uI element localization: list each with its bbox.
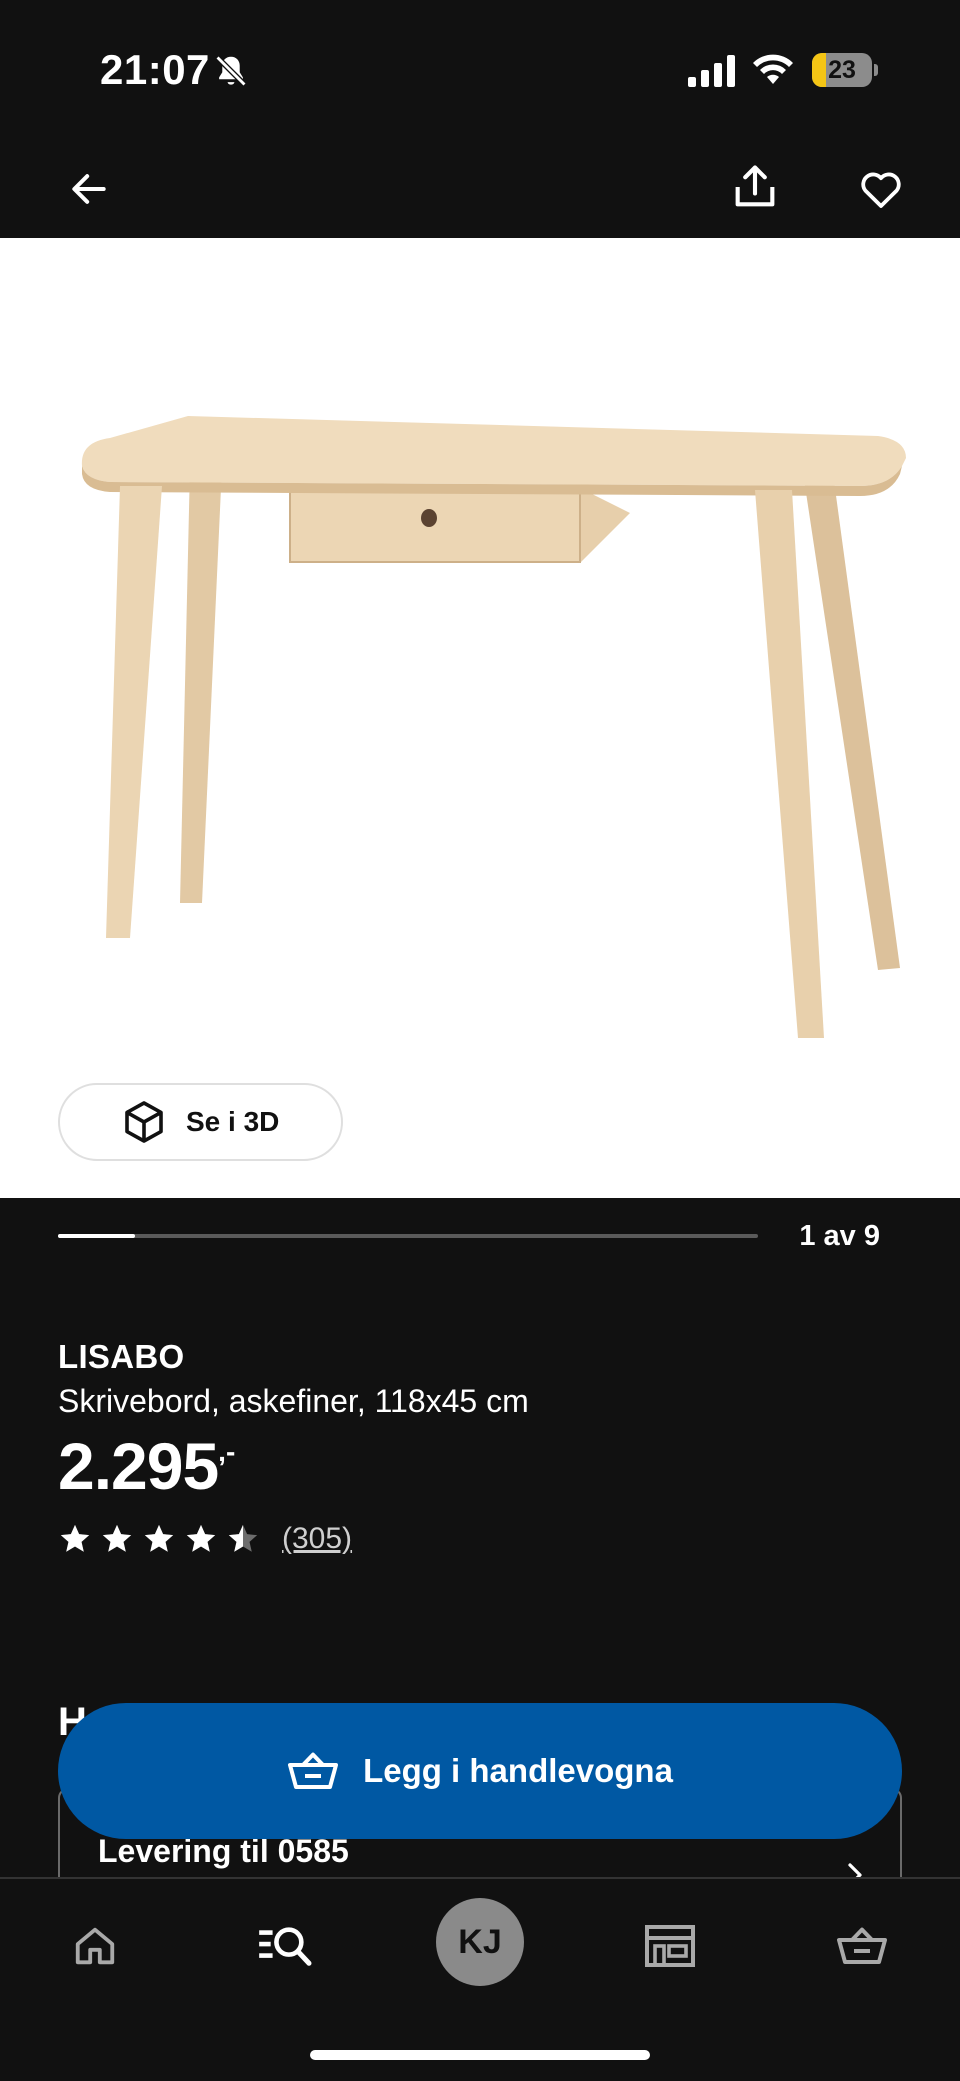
add-to-cart-label: Legg i handlevogna (363, 1752, 673, 1789)
cube-icon (125, 1101, 163, 1143)
view-3d-button[interactable]: Se i 3D (58, 1083, 343, 1161)
tab-profile[interactable]: KJ (435, 1897, 525, 1987)
signal-icon (688, 55, 735, 87)
carousel-counter: 1 av 9 (799, 1220, 880, 1252)
add-to-cart-button[interactable]: Legg i handlevogna (58, 1703, 902, 1839)
rating-stars (58, 1522, 268, 1556)
back-button[interactable] (54, 154, 124, 224)
status-bar: 21:07 23 (0, 0, 960, 140)
bottom-tab-bar: KJ (0, 1877, 960, 2081)
view-3d-label: Se i 3D (186, 1106, 280, 1137)
cart-icon (288, 1752, 339, 1789)
search-icon (259, 1927, 312, 1966)
home-indicator (310, 2050, 650, 2060)
home-icon (75, 1927, 115, 1965)
price-suffix: ,- (218, 1436, 236, 1467)
product-price: 2.295,- (58, 1428, 236, 1503)
carousel-progress-fill (58, 1234, 135, 1238)
review-count-link[interactable]: (305) (282, 1522, 352, 1556)
battery-indicator: 23 (812, 53, 878, 87)
share-icon (735, 165, 775, 207)
back-arrow-icon (72, 174, 106, 204)
tab-store[interactable] (625, 1901, 715, 1991)
price-value: 2.295 (58, 1429, 219, 1503)
bell-off-icon (215, 55, 247, 87)
tab-cart[interactable] (817, 1901, 907, 1991)
top-nav (0, 140, 960, 238)
battery-percent: 23 (828, 56, 856, 84)
product-name: LISABO (58, 1338, 185, 1375)
cart-tab-icon (837, 1927, 887, 1964)
carousel-progress (58, 1234, 758, 1238)
share-button[interactable] (720, 152, 790, 222)
heart-icon (861, 172, 901, 208)
rating[interactable]: (305) (58, 1519, 352, 1559)
favorite-button[interactable] (846, 154, 916, 224)
tab-home[interactable] (50, 1901, 140, 1991)
store-icon (645, 1925, 695, 1967)
star-icon (144, 1524, 174, 1552)
star-icon (102, 1524, 132, 1552)
product-description: Skrivebord, askefiner, 118x45 cm (58, 1383, 529, 1419)
star-icon (186, 1524, 216, 1552)
avatar: KJ (436, 1898, 524, 1986)
screen: 21:07 23 Se i 3D 1 av 9 LISABO Skrivebor… (0, 0, 960, 2081)
star-icon (228, 1524, 258, 1552)
product-image-carousel[interactable]: Se i 3D (0, 238, 960, 1198)
tab-search[interactable] (241, 1901, 331, 1991)
wifi-icon (753, 54, 793, 84)
status-time: 21:07 (100, 46, 210, 93)
star-icon (60, 1524, 90, 1552)
